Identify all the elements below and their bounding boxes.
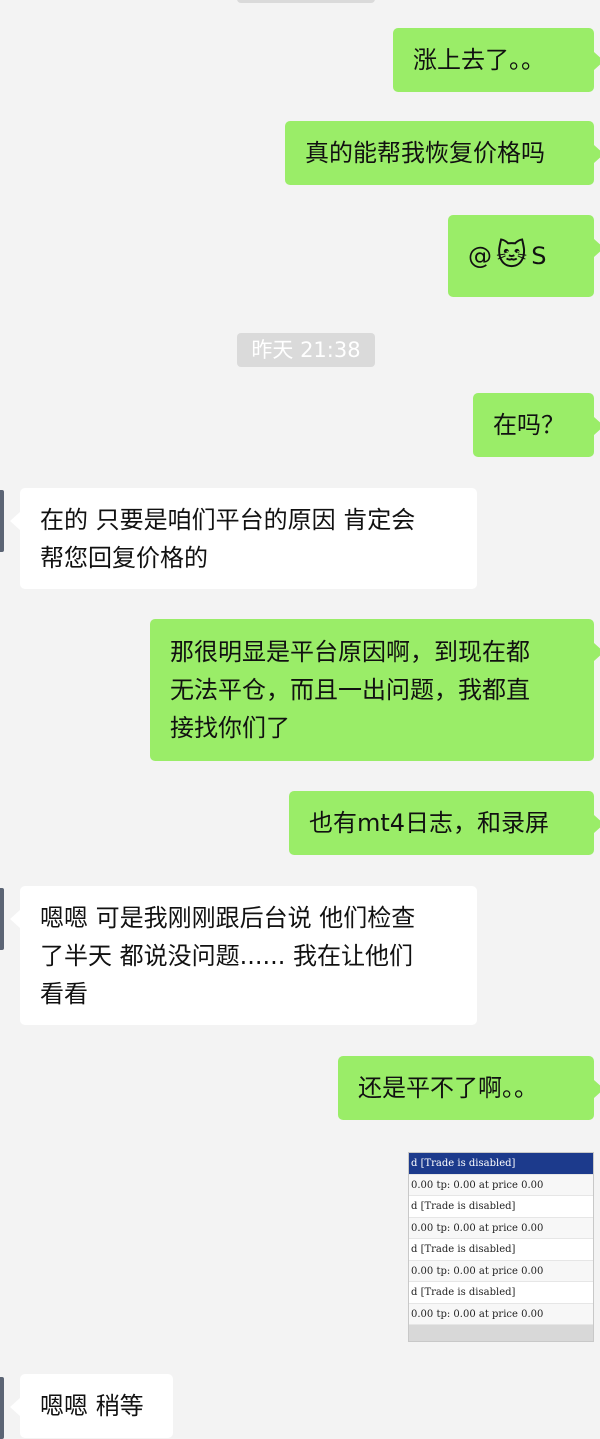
log-row: d [Trade is disabled] bbox=[409, 1282, 593, 1304]
message-text: 在的 只要是咱们平台的原因 肯定会 bbox=[40, 506, 416, 534]
message-bubble-received[interactable]: 嗯嗯 可是我刚刚跟后台说 他们检查 了半天 都说没问题...... 我在让他们 … bbox=[10, 886, 477, 1025]
message-text: 也有mt4日志，和录屏 bbox=[309, 809, 550, 837]
cat-emoji-icon: 🐱 bbox=[496, 238, 528, 273]
message-bubble-sent[interactable]: @ 🐱 S bbox=[448, 215, 600, 297]
message-text: 涨上去了。。 bbox=[413, 46, 545, 74]
message-bubble-sent[interactable]: 在吗？ bbox=[473, 393, 600, 457]
log-row: 0.00 tp: 0.00 at price 0.00 bbox=[409, 1217, 593, 1239]
message-text: @ bbox=[468, 242, 492, 270]
message-text: 无法平仓，而且一出问题，我都直 bbox=[170, 676, 530, 704]
message-text: 在吗？ bbox=[493, 411, 565, 439]
message-bubble-sent[interactable]: 还是平不了啊。。 bbox=[338, 1056, 600, 1120]
log-row: 0.00 tp: 0.00 at price 0.00 bbox=[409, 1260, 593, 1282]
message-bubble-received[interactable]: 嗯嗯 稍等 bbox=[10, 1374, 173, 1438]
log-row: d [Trade is disabled] bbox=[409, 1196, 593, 1218]
message-text: 了半天 都说没问题...... 我在让他们 bbox=[40, 942, 414, 970]
log-row: 0.00 tp: 0.00 at price 0.00 bbox=[409, 1174, 593, 1196]
message-text: 接找你们了 bbox=[170, 714, 290, 742]
log-row: 0.00 tp: 0.00 at price 0.00 bbox=[409, 1303, 593, 1325]
message-text: 嗯嗯 可是我刚刚跟后台说 他们检查 bbox=[40, 904, 416, 932]
avatar[interactable] bbox=[0, 888, 4, 950]
log-row: d [Trade is disabled] bbox=[409, 1239, 593, 1261]
message-text: 那很明显是平台原因啊，到现在都 bbox=[170, 638, 530, 666]
avatar[interactable] bbox=[0, 1377, 4, 1439]
time-divider-partial bbox=[237, 0, 375, 3]
message-bubble-sent[interactable]: 涨上去了。。 bbox=[393, 28, 600, 92]
message-bubble-sent[interactable]: 也有mt4日志，和录屏 bbox=[289, 791, 600, 855]
message-text: 还是平不了啊。。 bbox=[358, 1074, 538, 1102]
message-bubble-sent[interactable]: 真的能帮我恢复价格吗 bbox=[285, 121, 600, 185]
message-bubble-sent[interactable]: 那很明显是平台原因啊，到现在都 无法平仓，而且一出问题，我都直 接找你们了 bbox=[150, 619, 600, 761]
message-text: S bbox=[531, 242, 547, 270]
message-bubble-received[interactable]: 在的 只要是咱们平台的原因 肯定会 帮您回复价格的 bbox=[10, 488, 477, 589]
message-text: 真的能帮我恢复价格吗 bbox=[305, 139, 545, 167]
avatar[interactable] bbox=[0, 490, 4, 552]
message-text: 嗯嗯 稍等 bbox=[40, 1392, 144, 1420]
time-divider: 昨天 21:38 bbox=[237, 333, 375, 367]
message-text: 帮您回复价格的 bbox=[40, 544, 208, 572]
image-message-screenshot[interactable]: d [Trade is disabled] 0.00 tp: 0.00 at p… bbox=[408, 1152, 594, 1342]
log-row: d [Trade is disabled] bbox=[409, 1153, 593, 1175]
message-text: 看看 bbox=[40, 980, 88, 1008]
